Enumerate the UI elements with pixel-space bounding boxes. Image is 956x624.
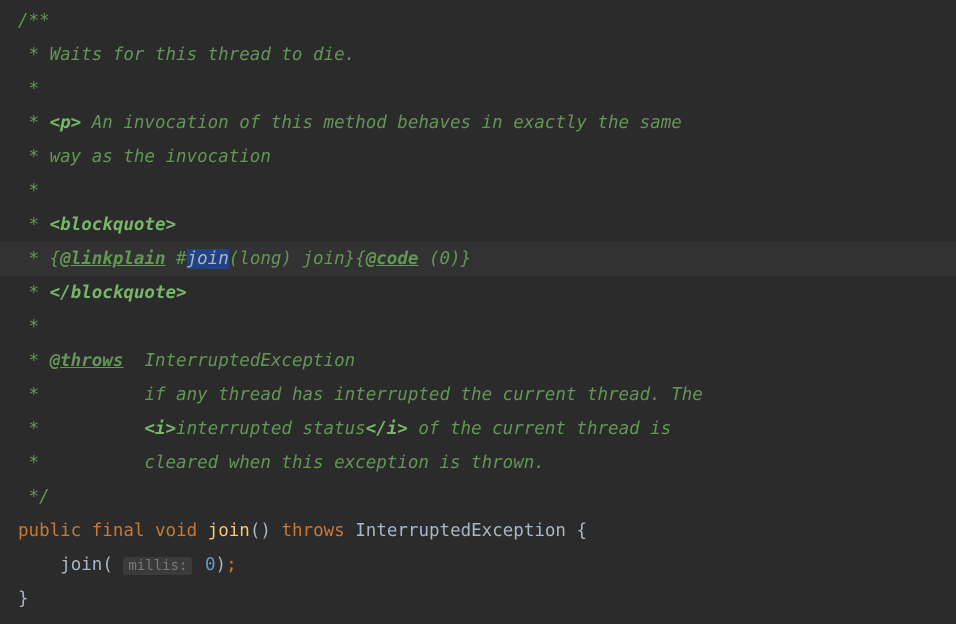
comment-prefix: * bbox=[18, 45, 50, 65]
brace: { bbox=[50, 249, 61, 269]
keyword-public: public bbox=[18, 521, 81, 541]
code-line: * bbox=[0, 310, 956, 344]
code-line: * cleared when this exception is thrown. bbox=[0, 446, 956, 480]
comment-prefix: * bbox=[18, 215, 50, 235]
indent bbox=[18, 555, 60, 575]
comment-text: if any thread has interrupted the curren… bbox=[144, 385, 702, 405]
comment-text: of the current thread is bbox=[408, 419, 671, 439]
brace-close: } bbox=[18, 589, 29, 609]
comment-prefix: * bbox=[18, 419, 144, 439]
comment-text: An invocation of this method behaves in … bbox=[81, 113, 682, 133]
comment-prefix: * bbox=[18, 351, 50, 371]
comment-star: * bbox=[18, 317, 39, 337]
comment-text: way as the invocation bbox=[50, 147, 271, 167]
html-tag-blockquote-close: </blockquote> bbox=[50, 283, 187, 303]
code-line: * bbox=[0, 72, 956, 106]
code-line: * <blockquote> bbox=[0, 208, 956, 242]
code-line: /** bbox=[0, 4, 956, 38]
comment-prefix: * bbox=[18, 147, 50, 167]
comment-text: Waits for this thread to die. bbox=[50, 45, 356, 65]
javadoc-tag-throws: @throws bbox=[50, 351, 124, 371]
code-line: * @throws InterruptedException bbox=[0, 344, 956, 378]
code-line-current: * {@linkplain #join(long) join}{@code (0… bbox=[0, 242, 956, 276]
javadoc-start: /** bbox=[18, 11, 50, 31]
comment-star: * bbox=[18, 181, 39, 201]
comment-text: cleared when this exception is thrown. bbox=[144, 453, 544, 473]
javadoc-tag-linkplain: @linkplain bbox=[60, 249, 165, 269]
html-tag-p: <p> bbox=[50, 113, 82, 133]
comment-prefix: * bbox=[18, 283, 50, 303]
code-line: } bbox=[0, 582, 956, 616]
parameter-hint: millis: bbox=[123, 557, 192, 575]
keyword-final: final bbox=[92, 521, 145, 541]
paren-open: ( bbox=[102, 555, 113, 575]
code-line: public final void join() throws Interrup… bbox=[0, 514, 956, 548]
comment-star: * bbox=[18, 79, 39, 99]
exception-name: InterruptedException bbox=[123, 351, 355, 371]
code-line: * if any thread has interrupted the curr… bbox=[0, 378, 956, 412]
javadoc-end: */ bbox=[18, 487, 50, 507]
code-line: * <i>interrupted status</i> of the curre… bbox=[0, 412, 956, 446]
code-line: join( millis: 0); bbox=[0, 548, 956, 582]
comment-text: interrupted status bbox=[176, 419, 366, 439]
comment-prefix: * bbox=[18, 453, 144, 473]
javadoc-tag-code: @code bbox=[366, 249, 419, 269]
comment-prefix: * bbox=[18, 113, 50, 133]
code-line: * Waits for this thread to die. bbox=[0, 38, 956, 72]
html-tag-blockquote: <blockquote> bbox=[50, 215, 176, 235]
brace: } bbox=[461, 249, 472, 269]
method-name-join: join bbox=[208, 521, 250, 541]
hash: # bbox=[166, 249, 187, 269]
keyword-throws: throws bbox=[281, 521, 344, 541]
exception-type: InterruptedException { bbox=[355, 521, 587, 541]
number-literal: 0 bbox=[205, 555, 216, 575]
paren-close: ) bbox=[216, 555, 227, 575]
code-editor[interactable]: /** * Waits for this thread to die. * * … bbox=[0, 4, 956, 616]
keyword-void: void bbox=[155, 521, 197, 541]
comment-text: (0) bbox=[418, 249, 460, 269]
selected-text[interactable]: join bbox=[187, 249, 229, 269]
code-line: * <p> An invocation of this method behav… bbox=[0, 106, 956, 140]
comment-prefix: * bbox=[18, 385, 144, 405]
code-line: * way as the invocation bbox=[0, 140, 956, 174]
code-line: * bbox=[0, 174, 956, 208]
code-line: * </blockquote> bbox=[0, 276, 956, 310]
semicolon: ; bbox=[226, 555, 237, 575]
html-tag-i: <i> bbox=[144, 419, 176, 439]
comment-text: (long) join bbox=[229, 249, 345, 269]
parentheses: () bbox=[250, 521, 271, 541]
method-call-join: join bbox=[60, 555, 102, 575]
brace: }{ bbox=[345, 249, 366, 269]
code-line: */ bbox=[0, 480, 956, 514]
comment-prefix: * bbox=[18, 249, 50, 269]
html-tag-i-close: </i> bbox=[366, 419, 408, 439]
